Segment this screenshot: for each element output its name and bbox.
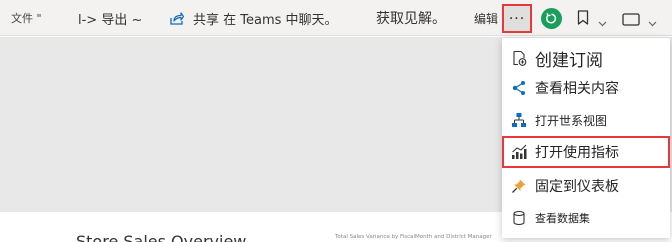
chart-caption: Total Sales Variance by FiscalMonth and … bbox=[335, 234, 492, 240]
view-dropdown[interactable] bbox=[648, 13, 657, 32]
pin-icon bbox=[511, 178, 527, 194]
usage-metrics-icon bbox=[511, 144, 527, 160]
subscribe-icon bbox=[511, 50, 527, 66]
view-button[interactable] bbox=[622, 11, 640, 30]
menu-item-label: 创建订阅 bbox=[535, 50, 603, 71]
reset-button[interactable] bbox=[541, 8, 562, 29]
view-icon bbox=[622, 13, 640, 26]
dataset-icon bbox=[511, 210, 527, 226]
get-insights-label: 获取见解。 bbox=[376, 11, 446, 27]
more-options-menu: 创建订阅 查看相关内容 打开世系视图 打开使用指标 固定到仪表板 查看数据集 bbox=[502, 38, 670, 238]
export-menu-label: l-> 导出 ~ bbox=[78, 12, 143, 28]
export-menu-button[interactable]: l-> 导出 ~ bbox=[78, 0, 142, 36]
bookmark-dropdown[interactable] bbox=[598, 13, 607, 32]
menu-item-view-dataset[interactable]: 查看数据集 bbox=[502, 204, 670, 232]
share-icon[interactable] bbox=[170, 0, 184, 36]
report-title: Store Sales Overview bbox=[76, 232, 247, 242]
report-toolbar: 文件 " l-> 导出 ~ 共享 在 Teams 中聊天。 获取见解。 编辑 ·… bbox=[0, 0, 672, 36]
chevron-down-icon bbox=[598, 21, 607, 27]
chevron-down-icon bbox=[648, 21, 657, 27]
menu-item-label: 打开世系视图 bbox=[535, 113, 608, 128]
edit-label: 编辑 bbox=[474, 11, 499, 26]
related-content-icon bbox=[511, 80, 527, 96]
menu-item-label: 打开使用指标 bbox=[535, 145, 619, 161]
lineage-icon bbox=[511, 112, 527, 128]
share-button[interactable]: 共享 在 Teams 中聊天。 bbox=[193, 0, 338, 36]
bookmark-icon bbox=[577, 10, 589, 25]
menu-item-pin-to-dashboard[interactable]: 固定到仪表板 bbox=[502, 170, 670, 202]
menu-item-related-content[interactable]: 查看相关内容 bbox=[502, 74, 670, 102]
menu-item-create-subscription[interactable]: 创建订阅 bbox=[502, 42, 670, 74]
menu-item-label: 查看相关内容 bbox=[535, 81, 619, 97]
menu-item-usage-metrics[interactable]: 打开使用指标 bbox=[502, 136, 670, 168]
share-label: 共享 在 Teams 中聊天。 bbox=[193, 12, 338, 28]
file-menu-button[interactable]: 文件 " bbox=[11, 0, 42, 36]
more-options-button[interactable]: ··· bbox=[502, 4, 532, 33]
menu-item-label: 查看数据集 bbox=[535, 212, 590, 225]
get-insights-button[interactable]: 获取见解。 bbox=[376, 0, 446, 36]
more-options-icon: ··· bbox=[508, 10, 526, 27]
menu-item-lineage-view[interactable]: 打开世系视图 bbox=[502, 106, 670, 134]
reset-icon bbox=[546, 12, 557, 24]
edit-button[interactable]: 编辑 bbox=[474, 0, 498, 36]
bookmark-button[interactable] bbox=[577, 10, 589, 29]
menu-item-label: 固定到仪表板 bbox=[535, 179, 619, 195]
file-menu-label: 文件 " bbox=[11, 12, 42, 25]
